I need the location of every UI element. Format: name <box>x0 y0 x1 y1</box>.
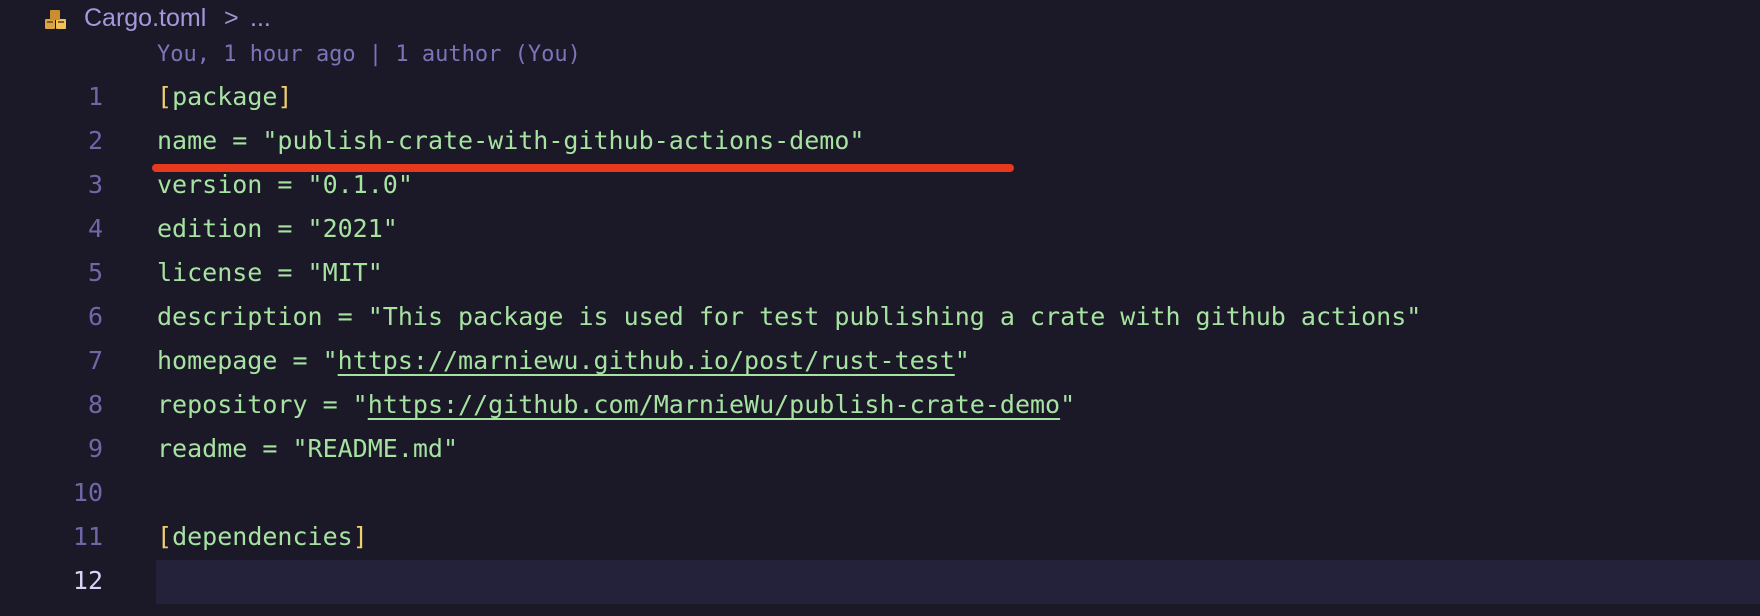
line-content: description = "This package is used for … <box>157 302 1421 331</box>
line-number: 5 <box>87 258 103 287</box>
code-editor[interactable]: 1 [package] 2 name = "publish-crate-with… <box>0 76 1760 616</box>
toml-string-value: "0.1.0" <box>307 170 413 199</box>
toml-key: version <box>157 170 263 199</box>
section-name: dependencies <box>172 522 353 551</box>
current-line-highlight <box>156 560 1760 604</box>
git-blame-codelens[interactable]: You, 1 hour ago | 1 author (You) <box>157 42 581 67</box>
line-number: 9 <box>87 434 103 463</box>
line-content: license = "MIT" <box>157 258 383 287</box>
toml-key: readme <box>157 434 248 463</box>
chevron-right-icon: > <box>224 4 239 32</box>
cargo-package-icon <box>45 10 66 29</box>
toml-key: edition <box>157 214 263 243</box>
quote-close: " <box>1060 390 1076 419</box>
toml-string-value: "MIT" <box>307 258 383 287</box>
code-line-9[interactable]: 9 readme = "README.md" <box>0 428 1760 472</box>
code-line-10[interactable]: 10 <box>0 472 1760 516</box>
bracket-open: [ <box>157 82 173 111</box>
line-number: 4 <box>87 214 103 243</box>
line-content: homepage = "https://marniewu.github.io/p… <box>157 346 970 375</box>
assign-operator: = <box>262 170 308 199</box>
line-content: repository = "https://github.com/MarnieW… <box>157 390 1075 419</box>
line-number: 12 <box>72 566 103 595</box>
toml-key: name <box>157 126 218 155</box>
code-line-1[interactable]: 1 [package] <box>0 76 1760 120</box>
breadcrumb: Cargo.toml > ... <box>0 0 1760 40</box>
bracket-close: ] <box>277 82 293 111</box>
code-line-12-current[interactable]: 12 <box>0 560 1760 604</box>
toml-string-value: "2021" <box>307 214 398 243</box>
quote-open: " <box>322 346 338 375</box>
line-content: version = "0.1.0" <box>157 170 413 199</box>
assign-operator: = <box>247 434 293 463</box>
code-line-6[interactable]: 6 description = "This package is used fo… <box>0 296 1760 340</box>
code-line-7[interactable]: 7 homepage = "https://marniewu.github.io… <box>0 340 1760 384</box>
section-name: package <box>172 82 278 111</box>
toml-string-value: "This package is used for test publishin… <box>367 302 1422 331</box>
breadcrumb-symbols-ellipsis[interactable]: ... <box>250 4 271 33</box>
homepage-link[interactable]: https://marniewu.github.io/post/rust-tes… <box>338 346 955 375</box>
toml-key: homepage <box>157 346 278 375</box>
line-number: 6 <box>87 302 103 331</box>
assign-operator: = <box>262 258 308 287</box>
line-number: 10 <box>72 478 103 507</box>
quote-close: " <box>954 346 970 375</box>
line-number: 7 <box>87 346 103 375</box>
code-line-5[interactable]: 5 license = "MIT" <box>0 252 1760 296</box>
code-line-2[interactable]: 2 name = "publish-crate-with-github-acti… <box>0 120 1760 164</box>
toml-string-value: "README.md" <box>292 434 459 463</box>
bracket-open: [ <box>157 522 173 551</box>
assign-operator: = <box>277 346 323 375</box>
line-content: edition = "2021" <box>157 214 398 243</box>
line-content: readme = "README.md" <box>157 434 458 463</box>
toml-key: repository <box>157 390 308 419</box>
assign-operator: = <box>307 390 353 419</box>
toml-key: description <box>157 302 323 331</box>
bracket-close: ] <box>352 522 368 551</box>
line-content: [package] <box>157 82 292 111</box>
toml-key: license <box>157 258 263 287</box>
annotation-red-underline <box>152 164 1014 172</box>
toml-string-value: "publish-crate-with-github-actions-demo" <box>262 126 865 155</box>
line-number: 8 <box>87 390 103 419</box>
assign-operator: = <box>217 126 263 155</box>
quote-open: " <box>352 390 368 419</box>
line-number: 3 <box>87 170 103 199</box>
assign-operator: = <box>262 214 308 243</box>
code-line-8[interactable]: 8 repository = "https://github.com/Marni… <box>0 384 1760 428</box>
assign-operator: = <box>322 302 368 331</box>
code-line-11[interactable]: 11 [dependencies] <box>0 516 1760 560</box>
repository-link[interactable]: https://github.com/MarnieWu/publish-crat… <box>368 390 1060 419</box>
line-number: 2 <box>87 126 103 155</box>
line-content: name = "publish-crate-with-github-action… <box>157 126 864 155</box>
line-number: 1 <box>87 82 103 111</box>
code-line-4[interactable]: 4 edition = "2021" <box>0 208 1760 252</box>
line-number: 11 <box>72 522 103 551</box>
line-content: [dependencies] <box>157 522 368 551</box>
breadcrumb-file-name[interactable]: Cargo.toml <box>84 4 206 33</box>
